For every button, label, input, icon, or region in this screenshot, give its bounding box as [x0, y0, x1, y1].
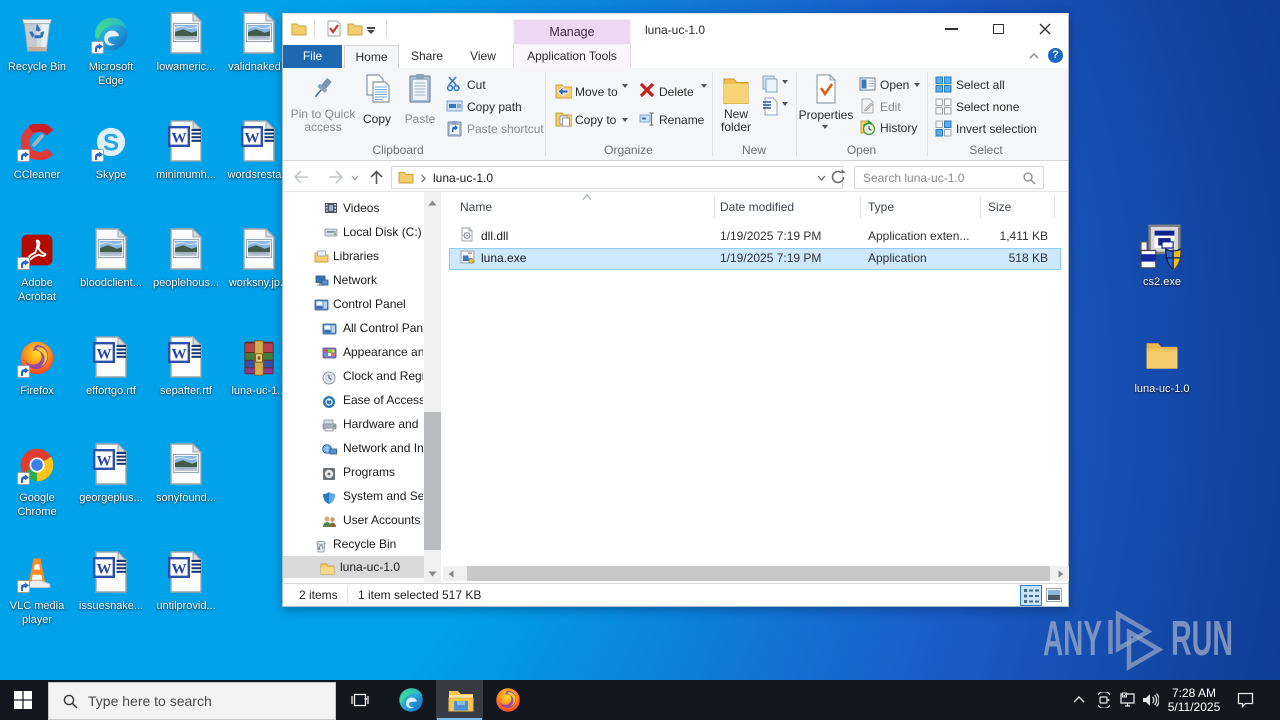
svg-text:ANY: ANY [1043, 612, 1102, 666]
svg-text:RUN: RUN [1171, 612, 1233, 666]
